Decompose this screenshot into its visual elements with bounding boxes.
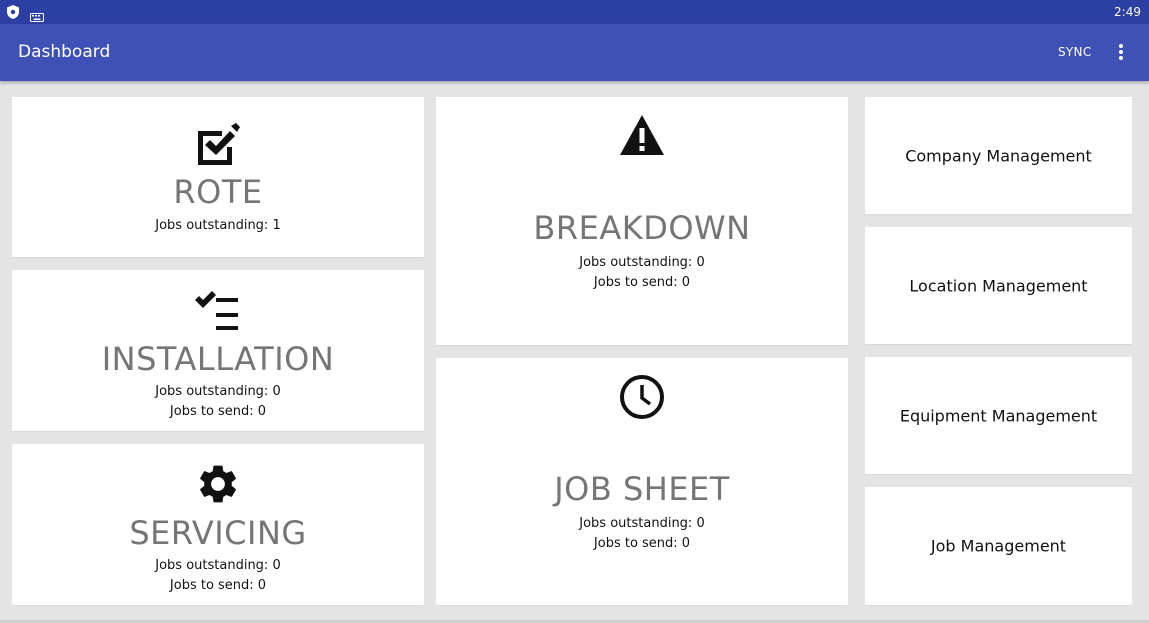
jobs-to-send: Jobs to send: 0 (593, 275, 691, 290)
breakdown-tile[interactable]: BREAKDOWN Jobs outstanding: 0 Jobs to se… (436, 97, 848, 345)
tile-title: BREAKDOWN (533, 209, 751, 247)
jobs-outstanding: Jobs outstanding: 0 (155, 558, 281, 573)
tile-title: ROTE (173, 173, 263, 211)
tile-label: Company Management (905, 146, 1092, 165)
jobs-outstanding: Jobs outstanding: 0 (579, 255, 705, 270)
jobs-to-send: Jobs to send: 0 (169, 578, 267, 593)
checklist-icon (194, 290, 242, 338)
tile-title: JOB SHEET (554, 470, 730, 508)
tile-label: Job Management (930, 536, 1067, 556)
servicing-tile[interactable]: SERVICING Jobs outstanding: 0 Jobs to se… (12, 444, 424, 605)
tile-title: INSTALLATION (101, 340, 335, 378)
sync-button[interactable]: SYNC (1058, 45, 1092, 59)
installation-tile[interactable]: INSTALLATION Jobs outstanding: 0 Jobs to… (12, 270, 424, 431)
company-management-tile[interactable]: Company Management (865, 97, 1132, 214)
jobs-to-send: Jobs to send: 0 (593, 536, 691, 551)
jobs-outstanding: Jobs outstanding: 0 (579, 516, 705, 531)
tile-title: SERVICING (129, 514, 307, 552)
jobs-to-send: Jobs to send: 0 (169, 404, 267, 419)
shield-icon (7, 4, 19, 23)
checkbox-edit-icon (194, 123, 242, 171)
warning-icon (618, 113, 666, 161)
clock-icon (618, 373, 666, 425)
equipment-management-tile[interactable]: Equipment Management (865, 357, 1132, 474)
job-sheet-tile[interactable]: JOB SHEET Jobs outstanding: 0 Jobs to se… (436, 358, 848, 605)
jobs-outstanding: Jobs outstanding: 1 (155, 218, 281, 233)
tile-label: Location Management (909, 276, 1088, 295)
job-management-tile[interactable]: Job Management (865, 487, 1132, 605)
tile-label: Equipment Management (899, 406, 1098, 425)
status-time: 2:49 (1114, 5, 1141, 19)
rote-tile[interactable]: ROTE Jobs outstanding: 1 (12, 97, 424, 257)
status-bar: 2:49 (0, 0, 1149, 24)
app-bar: Dashboard SYNC (0, 24, 1149, 81)
jobs-outstanding: Jobs outstanding: 0 (155, 384, 281, 399)
page-title: Dashboard (18, 42, 111, 62)
location-management-tile[interactable]: Location Management (865, 227, 1132, 344)
gear-icon (195, 461, 241, 511)
more-vert-icon[interactable] (1110, 40, 1132, 64)
